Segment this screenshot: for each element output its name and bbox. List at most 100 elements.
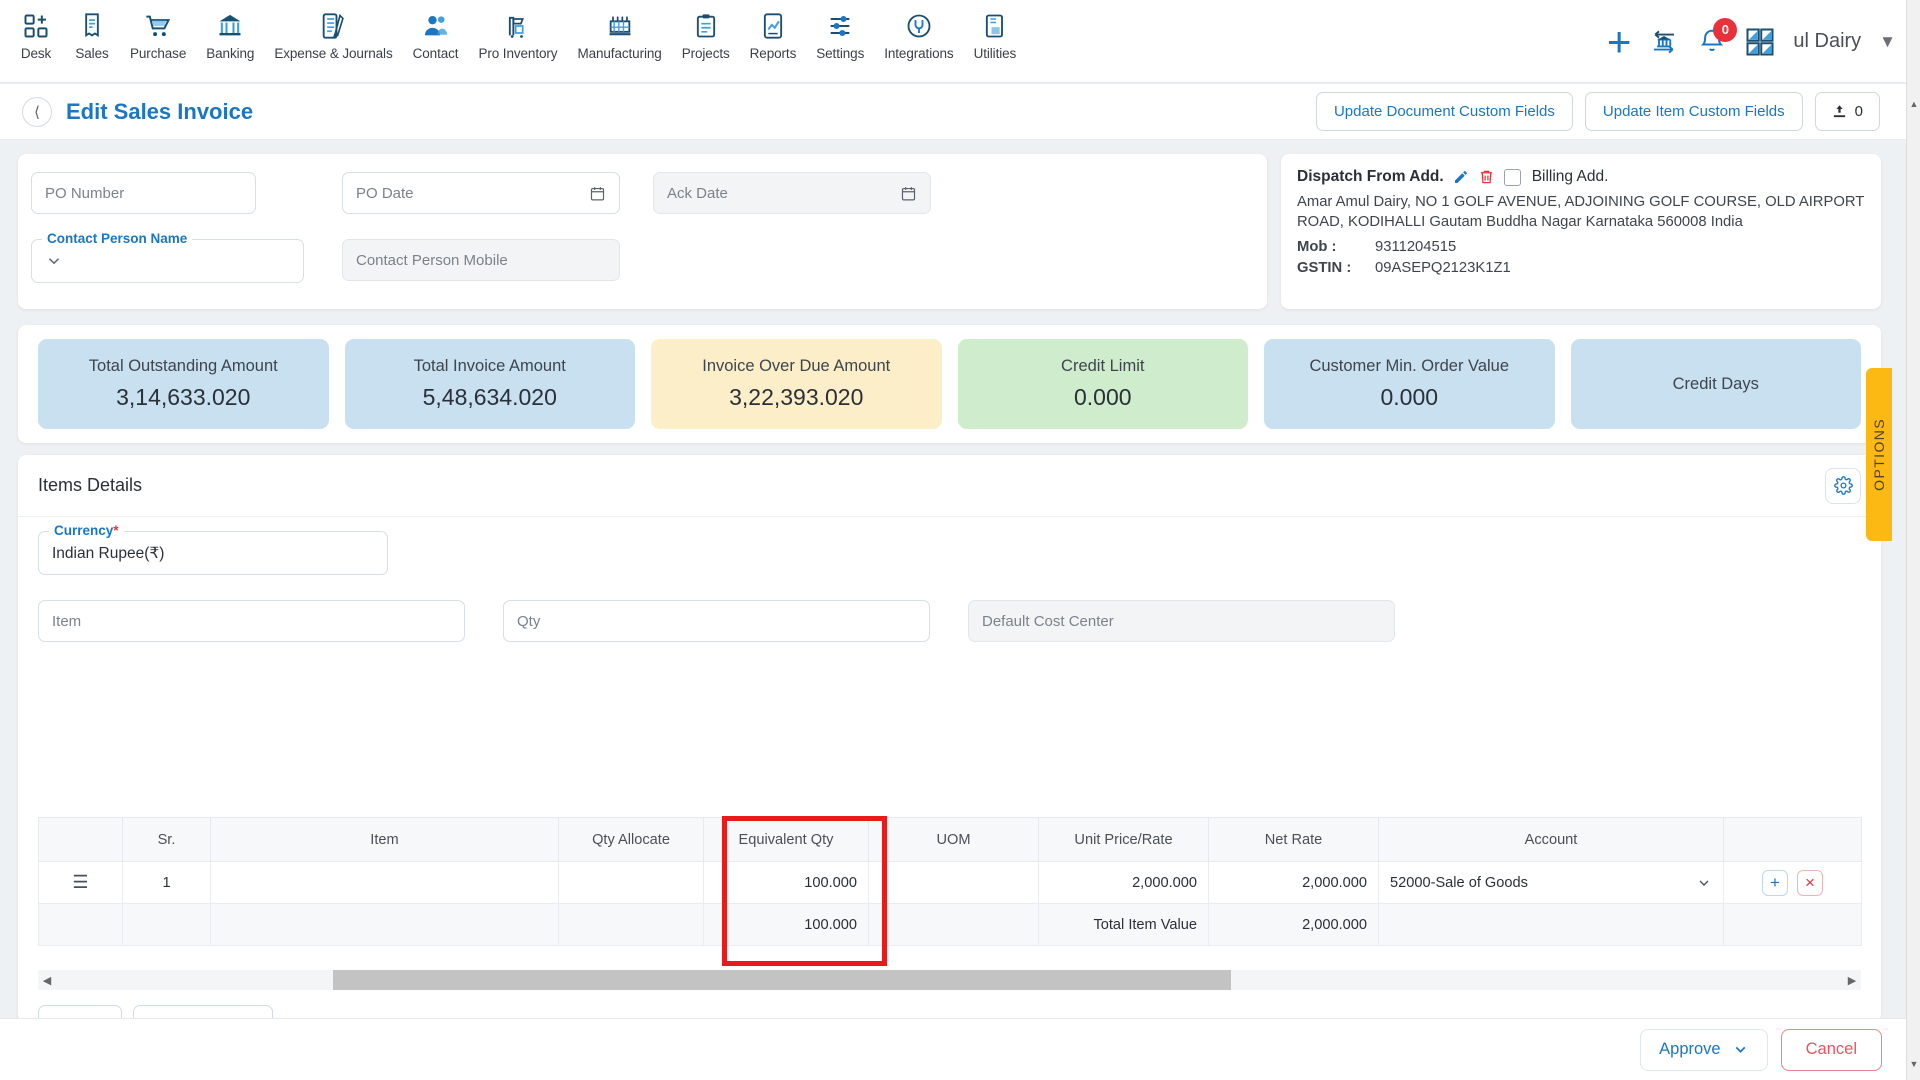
remove-row-button[interactable]: × (1797, 869, 1823, 896)
nav-item-contact[interactable]: Contact (403, 8, 469, 63)
chevron-down-icon[interactable]: ▼ (1879, 32, 1896, 52)
notification-count-badge: 0 (1713, 17, 1738, 42)
bank-transfer-icon[interactable] (1649, 27, 1679, 57)
kpi-title: Total Invoice Amount (413, 357, 566, 375)
nav-item-pro-inventory[interactable]: Pro Inventory (468, 8, 567, 63)
column-header-account: Account (1378, 817, 1724, 862)
nav-item-banking[interactable]: Banking (196, 8, 264, 63)
nav-item-desk[interactable]: Desk (8, 8, 64, 63)
options-side-tab[interactable]: OPTIONS (1866, 368, 1892, 541)
upload-attachments-button[interactable]: 0 (1814, 92, 1880, 131)
update-item-custom-fields-button[interactable]: Update Item Custom Fields (1584, 92, 1803, 131)
dispatch-address-header: Dispatch From Add. Billing Add. (1297, 168, 1865, 186)
contact-person-name-select[interactable]: Contact Person Name (31, 231, 304, 283)
items-table-wrapper: Sr. Item Qty Allocate Equivalent Qty UOM Unit… (38, 817, 1862, 946)
nav-item-purchase[interactable]: Purchase (120, 8, 196, 63)
reports-chart-icon (759, 10, 787, 42)
cell-sr: 1 (122, 861, 211, 904)
chevron-left-icon: ⟨ (34, 103, 40, 121)
pencil-icon[interactable] (1453, 169, 1469, 185)
nav-item-expense-journals[interactable]: Expense & Journals (264, 8, 402, 63)
scroll-down-arrow-icon[interactable]: ▼ (1907, 1056, 1920, 1072)
ack-date-placeholder: Ack Date (667, 184, 728, 202)
nav-item-projects[interactable]: Projects (672, 8, 740, 63)
gstin-value: 09ASEPQ2123K1Z1 (1375, 260, 1511, 277)
default-cost-center-input[interactable]: Default Cost Center (968, 600, 1395, 642)
dispatch-address-lines: Amar Amul Dairy, NO 1 GOLF AVENUE, ADJOI… (1297, 194, 1865, 230)
scroll-thumb[interactable] (333, 970, 1231, 990)
page-vertical-scrollbar[interactable]: ▲ ▼ (1906, 0, 1920, 1080)
po-date-placeholder: PO Date (356, 184, 414, 202)
nav-item-sales[interactable]: Sales (64, 8, 120, 63)
contact-people-icon (422, 10, 450, 42)
organization-name[interactable]: ul Dairy (1793, 30, 1861, 53)
approve-button[interactable]: Approve (1640, 1028, 1768, 1071)
nav-item-label: Desk (20, 46, 52, 61)
update-document-custom-fields-button[interactable]: Update Document Custom Fields (1315, 92, 1573, 131)
ack-date-input[interactable]: Ack Date (653, 172, 931, 214)
mobile-value: 9311204515 (1375, 238, 1457, 255)
chevron-down-icon[interactable] (45, 252, 63, 270)
cell-uom[interactable] (868, 861, 1039, 904)
plus-icon[interactable]: + (1607, 20, 1632, 63)
cell-equivalent-qty[interactable]: 100.000 (703, 861, 869, 904)
nav-item-label: Banking (206, 46, 255, 61)
drag-handle-icon[interactable]: ☰ (72, 872, 88, 892)
nav-item-manufacturing[interactable]: Manufacturing (567, 8, 671, 63)
cancel-button[interactable]: Cancel (1780, 1028, 1882, 1071)
expense-journal-icon (319, 10, 347, 42)
cell-item[interactable] (210, 861, 559, 904)
apps-grid-icon[interactable] (1745, 27, 1775, 57)
upload-icon (1833, 105, 1845, 118)
scroll-track[interactable] (56, 970, 1843, 990)
arrow-left-icon[interactable]: ◀ (38, 974, 56, 987)
options-tab-label: OPTIONS (1871, 418, 1887, 491)
kpi-card-customer-min-order-value: Customer Min. Order Value 0.000 (1264, 339, 1555, 429)
cell-unit-price-rate[interactable]: 2,000.000 (1038, 861, 1209, 904)
chevron-down-icon[interactable] (1732, 1041, 1749, 1058)
back-button[interactable]: ⟨ (22, 96, 52, 127)
total-item-value: 2,000.000 (1208, 903, 1379, 946)
page-header: ⟨ Edit Sales Invoice Update Document Cus… (0, 84, 1906, 140)
gear-icon[interactable] (1825, 467, 1861, 504)
purchase-cart-icon (144, 10, 172, 42)
po-date-input[interactable]: PO Date (342, 172, 620, 214)
cell-net-rate[interactable]: 2,000.000 (1208, 861, 1379, 904)
currency-select[interactable]: Currency* Indian Rupee(₹) (38, 523, 388, 575)
items-table: Sr. Item Qty Allocate Equivalent Qty UOM Unit… (38, 817, 1862, 946)
cell-account[interactable]: 52000-Sale of Goods (1378, 861, 1724, 904)
notifications-button[interactable]: 0 (1697, 17, 1738, 57)
kpi-title: Invoice Over Due Amount (702, 357, 891, 375)
trash-icon[interactable] (1478, 168, 1495, 186)
column-header-item: Item (210, 817, 559, 862)
nav-item-settings[interactable]: Settings (806, 8, 874, 63)
po-number-input[interactable]: PO Number (31, 172, 256, 214)
nav-item-label: Integrations (884, 46, 954, 61)
gstin-label: GSTIN : (1297, 260, 1352, 277)
items-table-horizontal-scrollbar[interactable]: ◀ ▶ (38, 970, 1861, 990)
nav-item-reports[interactable]: Reports (740, 8, 807, 63)
qty-filter-placeholder: Qty (517, 612, 541, 630)
nav-item-utilities[interactable]: Utilities (964, 8, 1027, 63)
calendar-icon[interactable] (900, 185, 917, 202)
settings-sliders-icon (826, 10, 854, 42)
kpi-card-credit-days: Credit Days (1570, 339, 1861, 429)
column-header-sr: Sr. (122, 817, 211, 862)
chevron-down-icon[interactable] (1696, 875, 1712, 891)
nav-item-label: Contact (412, 46, 459, 61)
cell-qty-allocate[interactable] (558, 861, 704, 904)
desk-grid-plus-icon (22, 10, 50, 42)
scroll-up-arrow-icon[interactable]: ▲ (1907, 96, 1920, 112)
nav-item-integrations[interactable]: Integrations (874, 8, 963, 63)
qty-filter-input[interactable]: Qty (503, 600, 930, 642)
add-row-button[interactable]: + (1762, 869, 1788, 896)
billing-address-checkbox[interactable] (1503, 168, 1521, 186)
contact-person-mobile-input[interactable]: Contact Person Mobile (342, 239, 620, 281)
nav-item-label: Sales (75, 46, 109, 61)
column-header-uom: UOM (868, 817, 1039, 862)
arrow-right-icon[interactable]: ▶ (1843, 974, 1861, 987)
calendar-icon[interactable] (589, 185, 606, 202)
upload-count: 0 (1854, 103, 1863, 120)
item-filter-input[interactable]: Item (38, 600, 465, 642)
kpi-title: Credit Limit (1061, 357, 1145, 375)
